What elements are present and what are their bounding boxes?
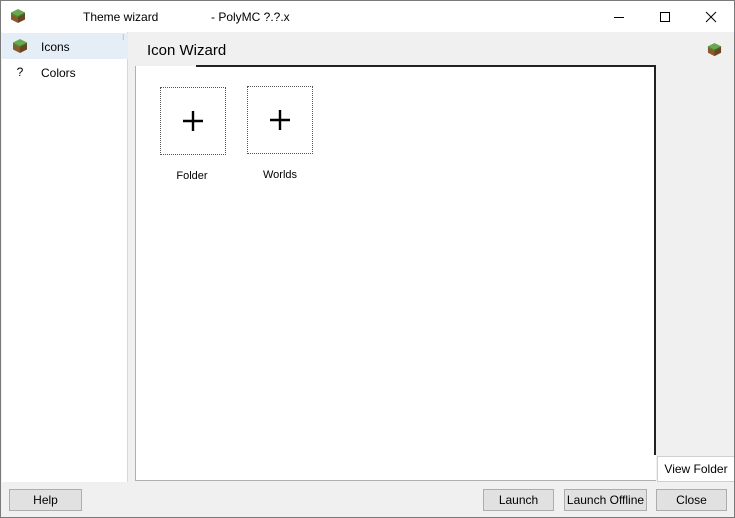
worlds-icon-tile[interactable]	[247, 86, 313, 154]
icon-list-area[interactable]: Folder Worlds	[135, 66, 656, 481]
window-subtitle: - PolyMC ?.?.x	[211, 10, 290, 24]
grass-block-icon	[13, 39, 27, 53]
maximize-button[interactable]	[642, 1, 688, 32]
maximize-icon	[660, 11, 670, 22]
view-folder-button[interactable]: View Folder	[657, 456, 734, 482]
close-window-button[interactable]	[688, 1, 734, 32]
title-bar[interactable]: Theme wizard - PolyMC ?.?.x	[1, 1, 734, 32]
page-title: Icon Wizard	[147, 42, 227, 59]
folder-icon-tile[interactable]	[160, 87, 226, 155]
worlds-tile-label: Worlds	[262, 169, 298, 181]
content-right-border	[654, 65, 656, 455]
content-top-border	[196, 65, 654, 67]
launch-offline-button[interactable]: Launch Offline	[564, 489, 647, 511]
sidebar-item-colors[interactable]: ? Colors	[2, 59, 128, 85]
theme-wizard-window: Theme wizard - PolyMC ?.?.x Icons ? Colo…	[0, 0, 735, 518]
minimize-icon	[614, 16, 624, 18]
folder-tile-label: Folder	[176, 170, 208, 182]
plus-icon	[183, 111, 203, 131]
grass-block-icon	[11, 9, 25, 23]
sidebar-item-label: Colors	[41, 66, 76, 80]
unknown-icon: ?	[16, 65, 24, 79]
launch-button[interactable]: Launch	[483, 489, 554, 511]
grass-block-icon	[707, 42, 722, 57]
page-list-sidebar: Icons ? Colors	[2, 32, 128, 482]
close-button[interactable]: Close	[656, 489, 727, 511]
help-button[interactable]: Help	[9, 489, 82, 511]
close-icon	[705, 11, 717, 22]
sidebar-item-icons[interactable]: Icons	[2, 33, 128, 59]
sidebar-item-label: Icons	[41, 40, 70, 54]
sidebar-grip-icon: ⁝	[122, 33, 125, 42]
minimize-button[interactable]	[596, 1, 642, 32]
window-title: Theme wizard	[83, 10, 159, 24]
plus-icon	[270, 110, 290, 130]
